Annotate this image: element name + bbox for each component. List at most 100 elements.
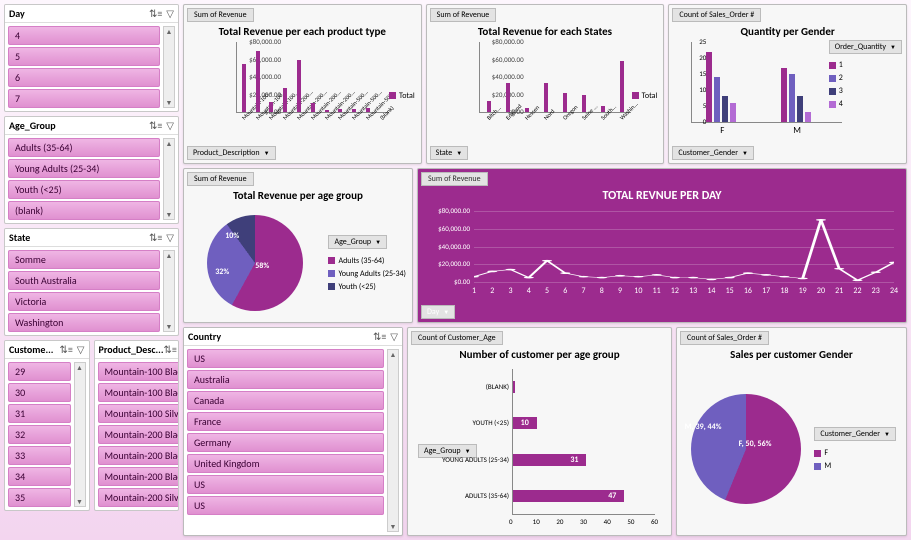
bar <box>722 96 728 122</box>
clear-filter-icon[interactable]: ▽ <box>77 343 85 356</box>
axis-field-dropdown[interactable]: State▼ <box>430 146 469 160</box>
slicer-item[interactable]: Mountain-200 Black... <box>98 425 179 444</box>
data-label: 32% <box>215 267 229 277</box>
bar <box>513 381 515 393</box>
y-tick: YOUNG ADULTS (25-34) <box>413 455 509 464</box>
bar <box>706 52 712 122</box>
slicer-item[interactable]: Mountain-200 Black... <box>98 446 179 465</box>
x-tick: 2 <box>485 286 499 296</box>
x-tick: 13 <box>686 286 700 296</box>
data-label: 47 <box>608 491 616 501</box>
slicer-item[interactable]: 33 <box>8 446 71 465</box>
clear-filter-icon[interactable]: ▽ <box>390 330 398 343</box>
value-field-tag[interactable]: Count of Sales_Order # <box>680 331 769 345</box>
slicer-item[interactable]: Mountain-100 Black... <box>98 383 179 402</box>
slicer-item[interactable]: France <box>187 412 384 431</box>
slicer-item[interactable]: South Australia <box>8 271 160 290</box>
slicer-item[interactable]: 7 <box>8 89 160 108</box>
axis-field-dropdown[interactable]: Product_Description▼ <box>187 146 276 160</box>
slicer-item[interactable]: Mountain-200 Black... <box>98 467 179 486</box>
slicer-item[interactable]: 31 <box>8 404 71 423</box>
slicer-item[interactable]: Washington <box>8 313 160 332</box>
slicer-item[interactable]: Canada <box>187 391 384 410</box>
slicer-item[interactable]: Somme <box>8 250 160 269</box>
slicer-item[interactable]: Youth (<25) <box>8 180 160 199</box>
chart-legend: Order_Quantity▼ 1234 <box>829 40 902 109</box>
slicer-item[interactable]: US <box>187 349 384 368</box>
slicer-item[interactable]: Young Adults (25-34) <box>8 159 160 178</box>
x-tick: 20 <box>556 517 563 526</box>
slicer-item[interactable]: 32 <box>8 425 71 444</box>
slicer-item[interactable]: United Kingdom <box>187 454 384 473</box>
y-tick: $20,000.00 <box>422 259 470 268</box>
bar <box>506 83 510 112</box>
slicer-item[interactable]: Germany <box>187 433 384 452</box>
slicer-item[interactable]: Victoria <box>8 292 160 311</box>
value-field-tag[interactable]: Count of Sales_Order # <box>672 8 761 22</box>
multiselect-icon[interactable]: ⇅≡ <box>59 343 72 356</box>
legend-item: 1 <box>829 60 902 70</box>
value-field-tag[interactable]: Sum of Revenue <box>187 8 254 22</box>
slicer-item[interactable]: US <box>187 496 384 515</box>
legend-item: Youth (<25) <box>328 282 406 292</box>
slicer-item[interactable]: 29 <box>8 362 71 381</box>
bar <box>544 83 548 112</box>
value-field-tag[interactable]: Sum of Revenue <box>187 172 254 186</box>
clear-filter-icon[interactable]: ▽ <box>166 231 174 244</box>
x-tick: F <box>692 125 752 136</box>
legend-field-dropdown[interactable]: Order_Quantity▼ <box>829 40 902 54</box>
clear-filter-icon[interactable]: ▽ <box>166 119 174 132</box>
x-tick: 10 <box>533 517 540 526</box>
chart-legend: Age_Group▼ Adults (35-64)Young Adults (2… <box>328 235 406 292</box>
legend-item: Total <box>632 91 658 101</box>
slicer-item[interactable]: 4 <box>8 26 160 45</box>
axis-field-dropdown[interactable]: Day▼ <box>421 305 455 319</box>
slicer-item[interactable]: US <box>187 475 384 494</box>
scrollbar[interactable]: ▲▼ <box>74 362 86 507</box>
slicer-item[interactable]: Australia <box>187 370 384 389</box>
x-tick: 1 <box>467 286 481 296</box>
clear-filter-icon[interactable]: ▽ <box>166 7 174 20</box>
chart-revenue-age: Sum of Revenue Total Revenue per age gro… <box>183 168 413 323</box>
chart-title: Number of customer per age group <box>408 348 671 361</box>
value-field-tag[interactable]: Sum of Revenue <box>421 172 488 186</box>
legend-field-dropdown[interactable]: Age_Group▼ <box>328 235 387 249</box>
slicer-item[interactable]: 6 <box>8 68 160 87</box>
slicer-item[interactable]: 5 <box>8 47 160 66</box>
y-tick: (BLANK) <box>413 382 509 391</box>
scrollbar[interactable]: ▲▼ <box>163 26 175 108</box>
multiselect-icon[interactable]: ⇅≡ <box>149 231 162 244</box>
y-tick: $60,000.00 <box>480 55 524 64</box>
slicer-item[interactable]: 30 <box>8 383 71 402</box>
slicer-title: Product_Desc... <box>99 343 164 356</box>
multiselect-icon[interactable]: ⇅≡ <box>164 343 177 356</box>
slicer-item[interactable]: 34 <box>8 467 71 486</box>
y-tick: $40,000.00 <box>422 242 470 251</box>
x-tick: 50 <box>627 517 634 526</box>
slicer-item[interactable]: 35 <box>8 488 71 507</box>
slicer-state: State ⇅≡▽ Somme South Australia Victoria… <box>4 228 179 336</box>
legend-field-dropdown[interactable]: Customer_Gender▼ <box>814 427 896 441</box>
value-field-tag[interactable]: Sum of Revenue <box>430 8 497 22</box>
slicer-item[interactable]: Mountain-100 Silver... <box>98 404 179 423</box>
x-tick: 9 <box>613 286 627 296</box>
legend-item: Total <box>389 91 415 101</box>
scrollbar[interactable]: ▲▼ <box>163 250 175 332</box>
y-tick: $80,000.00 <box>422 206 470 215</box>
y-tick: $80,000.00 <box>237 37 281 46</box>
x-tick: 19 <box>796 286 810 296</box>
multiselect-icon[interactable]: ⇅≡ <box>373 330 386 343</box>
multiselect-icon[interactable]: ⇅≡ <box>149 7 162 20</box>
slicer-item[interactable]: Mountain-100 Black... <box>98 362 179 381</box>
y-tick: $20,000.00 <box>480 90 524 99</box>
multiselect-icon[interactable]: ⇅≡ <box>149 119 162 132</box>
slicer-item[interactable]: Adults (35-64) <box>8 138 160 157</box>
scrollbar[interactable]: ▲▼ <box>163 138 175 220</box>
slicer-item[interactable]: Mountain-200 Silv... <box>98 488 179 507</box>
axis-field-dropdown[interactable]: Customer_Gender▼ <box>672 146 754 160</box>
x-tick: 11 <box>650 286 664 296</box>
value-field-tag[interactable]: Count of Customer_Age <box>411 331 503 345</box>
filter-sidebar: Day ⇅≡▽ 4 5 6 7 ▲▼ Age_Group ⇅≡▽ Adult <box>4 4 179 536</box>
scrollbar[interactable]: ▲▼ <box>387 349 399 532</box>
slicer-item[interactable]: (blank) <box>8 201 160 220</box>
